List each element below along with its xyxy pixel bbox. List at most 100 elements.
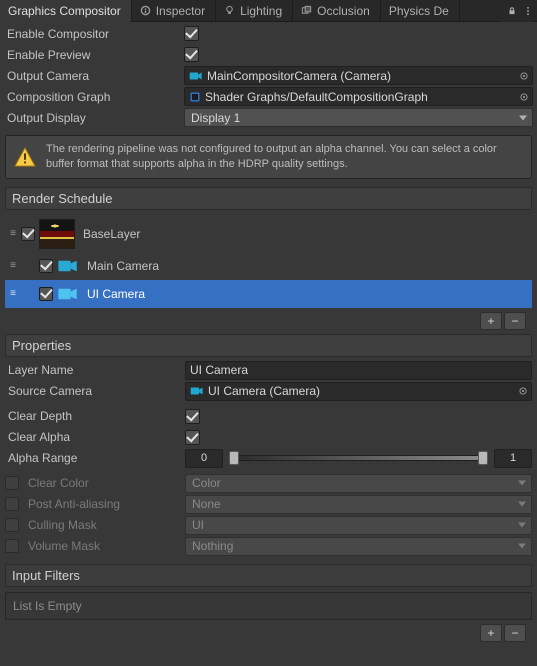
section-title: Properties <box>12 338 71 353</box>
lock-icon[interactable] <box>507 6 517 16</box>
object-picker-icon[interactable] <box>519 92 529 102</box>
plus-icon: + <box>487 626 494 640</box>
label: Clear Color <box>25 476 185 490</box>
clear-alpha-checkbox[interactable] <box>185 430 200 445</box>
label: Layer Name <box>5 363 185 377</box>
plus-icon: + <box>487 314 494 328</box>
layer-row-ui-camera[interactable]: ≡ UI Camera <box>5 280 532 308</box>
remove-filter-button[interactable]: − <box>504 624 526 642</box>
label: Post Anti-aliasing <box>25 497 185 511</box>
remove-layer-button[interactable]: − <box>504 312 526 330</box>
dropdown-value: UI <box>192 518 204 532</box>
clear-color-dropdown[interactable]: Color <box>185 474 532 493</box>
object-picker-icon[interactable] <box>518 386 528 396</box>
tab-graphics-compositor[interactable]: Graphics Compositor <box>0 0 132 22</box>
tab-physics-debugger[interactable]: Physics De <box>381 0 460 22</box>
lightbulb-icon <box>224 5 235 16</box>
camera-icon <box>190 386 204 396</box>
tab-label: Graphics Compositor <box>8 4 121 18</box>
layer-thumbnail <box>39 219 75 249</box>
source-camera-field[interactable]: UI Camera (Camera) <box>185 382 532 401</box>
layer-add-remove-bar: + − <box>5 310 532 332</box>
output-display-dropdown[interactable]: Display 1 <box>184 108 533 127</box>
override-toggle[interactable] <box>5 476 19 490</box>
slider-track[interactable] <box>229 455 488 461</box>
tab-inspector[interactable]: Inspector <box>132 0 216 22</box>
layer-enable-checkbox[interactable] <box>39 287 53 301</box>
row-enable-compositor: Enable Compositor <box>4 24 533 43</box>
chevron-down-icon <box>518 523 526 528</box>
inspector-icon <box>140 5 151 16</box>
alpha-range-slider[interactable]: 0 1 <box>185 449 532 468</box>
chevron-down-icon <box>518 481 526 486</box>
row-clear-color: Clear Color Color <box>5 474 532 493</box>
object-picker-icon[interactable] <box>519 71 529 81</box>
context-menu-icon[interactable] <box>523 6 533 16</box>
row-clear-alpha: Clear Alpha <box>5 428 532 447</box>
dropdown-value: Display 1 <box>191 111 240 125</box>
enable-preview-checkbox[interactable] <box>184 47 199 62</box>
compositor-settings: Enable Compositor Enable Preview Output … <box>0 22 537 127</box>
label: Alpha Range <box>5 451 185 465</box>
section-title: Input Filters <box>12 568 80 583</box>
tab-bar: Graphics Compositor Inspector Lighting O… <box>0 0 537 22</box>
camera-icon <box>57 287 79 301</box>
section-title: Render Schedule <box>12 191 112 206</box>
label: Output Camera <box>4 69 184 83</box>
label: Enable Compositor <box>4 27 184 41</box>
label: Clear Depth <box>5 409 185 423</box>
render-schedule-header: Render Schedule <box>5 187 532 210</box>
post-aa-dropdown[interactable]: None <box>185 495 532 514</box>
row-clear-depth: Clear Depth <box>5 407 532 426</box>
slider-thumb-max[interactable] <box>478 451 488 465</box>
enable-compositor-checkbox[interactable] <box>184 26 199 41</box>
layer-enable-checkbox[interactable] <box>39 259 53 273</box>
render-schedule-list: ≡ BaseLayer ≡ Main Camera ≡ UI Camera <box>0 212 537 308</box>
drag-handle-icon[interactable]: ≡ <box>7 288 19 299</box>
tab-label: Physics De <box>389 4 449 18</box>
composition-graph-field[interactable]: Shader Graphs/DefaultCompositionGraph <box>184 87 533 106</box>
layer-name-input[interactable]: UI Camera <box>185 361 532 380</box>
chevron-down-icon <box>519 115 527 120</box>
tab-label: Occlusion <box>317 4 370 18</box>
override-toggle[interactable] <box>5 497 19 511</box>
input-value: UI Camera <box>190 363 248 377</box>
culling-mask-dropdown[interactable]: UI <box>185 516 532 535</box>
minus-icon: − <box>511 314 518 328</box>
camera-icon <box>189 71 203 81</box>
occlusion-icon <box>301 5 312 16</box>
alpha-range-min[interactable]: 0 <box>185 449 223 468</box>
row-alpha-range: Alpha Range 0 1 <box>5 449 532 468</box>
label: Source Camera <box>5 384 185 398</box>
input-filters-header: Input Filters <box>5 564 532 587</box>
slider-thumb-min[interactable] <box>229 451 239 465</box>
label: Volume Mask <box>25 539 185 553</box>
override-toggle[interactable] <box>5 518 19 532</box>
dropdown-value: None <box>192 497 221 511</box>
warning-text: The rendering pipeline was not configure… <box>46 142 523 172</box>
drag-handle-icon[interactable]: ≡ <box>7 260 19 271</box>
chevron-down-icon <box>518 502 526 507</box>
layer-row-main-camera[interactable]: ≡ Main Camera <box>5 252 532 280</box>
row-output-display: Output Display Display 1 <box>4 108 533 127</box>
layer-row-base[interactable]: ≡ BaseLayer <box>5 216 532 252</box>
alpha-range-max[interactable]: 1 <box>494 449 532 468</box>
dropdown-value: Color <box>192 476 221 490</box>
clear-depth-checkbox[interactable] <box>185 409 200 424</box>
output-camera-field[interactable]: MainCompositorCamera (Camera) <box>184 66 533 85</box>
minus-icon: − <box>511 626 518 640</box>
drag-handle-icon[interactable]: ≡ <box>7 228 19 239</box>
field-text: MainCompositorCamera (Camera) <box>207 69 391 83</box>
layer-enable-checkbox[interactable] <box>21 227 35 241</box>
tab-occlusion[interactable]: Occlusion <box>293 0 381 22</box>
label: Enable Preview <box>4 48 184 62</box>
add-layer-button[interactable]: + <box>480 312 502 330</box>
row-source-camera: Source Camera UI Camera (Camera) <box>5 382 532 401</box>
volume-mask-dropdown[interactable]: Nothing <box>185 537 532 556</box>
add-filter-button[interactable]: + <box>480 624 502 642</box>
tab-lighting[interactable]: Lighting <box>216 0 293 22</box>
override-toggle[interactable] <box>5 539 19 553</box>
row-volume-mask: Volume Mask Nothing <box>5 537 532 556</box>
layer-name: UI Camera <box>87 287 145 301</box>
row-culling-mask: Culling Mask UI <box>5 516 532 535</box>
